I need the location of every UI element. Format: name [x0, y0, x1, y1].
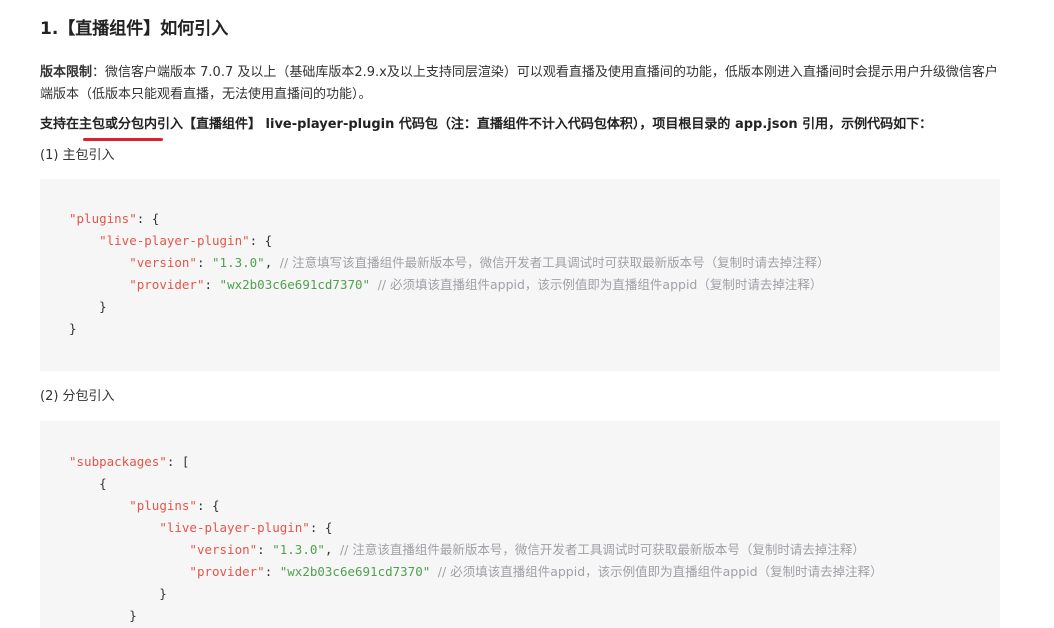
- main-package-code-block: "plugins": { "live-player-plugin": { "ve…: [40, 179, 1000, 371]
- code-key: "version": [129, 255, 197, 270]
- code-line: "subpackages": [: [69, 454, 190, 469]
- version-limit-label: 版本限制: [40, 65, 93, 80]
- code-key: "plugins": [129, 498, 197, 513]
- code-string: "wx2b03c6e691cd7370": [219, 277, 371, 292]
- code-comment: // 注意填写该直播组件最新版本号，微信开发者工具调试时可获取最新版本号（复制时…: [279, 255, 830, 270]
- code-comment: // 必须填该直播组件appid，该示例值即为直播组件appid（复制时请去掉注…: [377, 277, 823, 292]
- red-underline-mark: [83, 138, 163, 141]
- code-key: "live-player-plugin": [99, 233, 250, 248]
- code-comment: // 注意该直播组件最新版本号，微信开发者工具调试时可获取最新版本号（复制时请去…: [339, 542, 865, 557]
- code-line: "plugins": {: [129, 498, 220, 513]
- code-string: "wx2b03c6e691cd7370": [279, 564, 431, 579]
- code-line: "provider": "wx2b03c6e691cd7370" // 必须填该…: [189, 564, 883, 579]
- code-line: }: [69, 299, 107, 314]
- support-paragraph: 支持在主包或分包内引入【直播组件】 live-player-plugin 代码包…: [40, 117, 933, 132]
- code-line: "plugins": {: [69, 211, 160, 226]
- code-string: "1.3.0": [212, 255, 265, 270]
- code-key: "subpackages": [69, 454, 167, 469]
- code-line: "live-player-plugin": {: [99, 233, 273, 248]
- code-line: "version": "1.3.0", // 注意填写该直播组件最新版本号，微信…: [129, 255, 830, 270]
- code-line: "version": "1.3.0", // 注意该直播组件最新版本号，微信开发…: [189, 542, 865, 557]
- code-key: "version": [189, 542, 258, 557]
- code-line: {: [69, 476, 107, 491]
- code-line: "live-player-plugin": {: [159, 520, 333, 535]
- code-line: }: [69, 321, 77, 336]
- code-string: "1.3.0": [272, 542, 325, 557]
- version-limit-paragraph: 版本限制：微信客户端版本 7.0.7 及以上（基础库版本2.9.x及以上支持同层…: [40, 62, 1000, 106]
- code-line: }: [69, 586, 167, 601]
- code-line: }: [69, 608, 137, 623]
- main-package-title: (1) 主包引入: [40, 148, 115, 163]
- sub-package-code-block: "subpackages": [ { "plugins": { "live-pl…: [40, 421, 1000, 628]
- code-key: "live-player-plugin": [159, 520, 310, 535]
- code-key: "provider": [129, 277, 205, 292]
- code-key: "plugins": [69, 211, 137, 226]
- code-line: "provider": "wx2b03c6e691cd7370" // 必须填该…: [129, 277, 823, 292]
- code-key: "provider": [189, 564, 265, 579]
- code-comment: // 必须填该直播组件appid，该示例值即为直播组件appid（复制时请去掉注…: [437, 564, 883, 579]
- version-limit-text: ：微信客户端版本 7.0.7 及以上（基础库版本2.9.x及以上支持同层渲染）可…: [40, 65, 998, 102]
- sub-package-title: (2) 分包引入: [40, 389, 115, 404]
- section-heading: 1.【直播组件】如何引入: [40, 19, 229, 39]
